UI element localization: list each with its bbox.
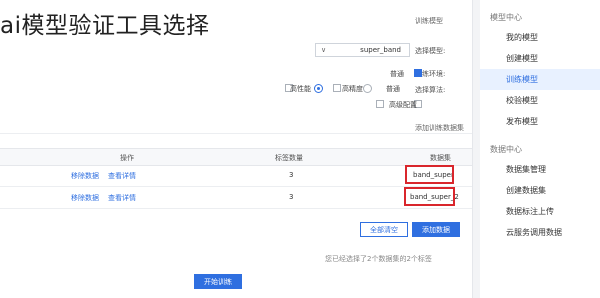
selection-hint: 您已经选择了2个数据集的2个标签 — [325, 255, 432, 263]
view-details-link[interactable]: 查看详情 — [108, 171, 136, 181]
method-option-high-precision: 高精度 — [342, 85, 363, 93]
extra-config-label: 高级配置 — [389, 101, 417, 109]
remove-data-link[interactable]: 移除数据 — [71, 193, 99, 203]
highlight-box — [404, 187, 455, 206]
start-training-button[interactable]: 开始训练 — [194, 274, 242, 289]
table-row: band_super 3 查看详情 移除数据 — [0, 164, 472, 187]
add-data-button[interactable]: 添加数据 — [412, 222, 460, 237]
method-radio-normal[interactable] — [363, 84, 372, 93]
remove-data-link[interactable]: 移除数据 — [71, 171, 99, 181]
clear-all-button[interactable]: 全部清空 — [360, 222, 408, 237]
col-actions: 操作 — [120, 154, 134, 162]
method-option-high-performance: 高性能 — [290, 85, 311, 93]
panel-header: 训练模型 — [415, 17, 443, 25]
label-count: 3 — [289, 171, 294, 179]
view-details-link[interactable]: 查看详情 — [108, 193, 136, 203]
sidebar-item-create-model[interactable]: 创建模型 — [480, 48, 600, 69]
sidebar-item-create-dataset[interactable]: 创建数据集 — [480, 180, 600, 201]
overlay-title: ai模型验证工具选择 — [0, 13, 210, 39]
sidebar-item-annotation-upload[interactable]: 数据标注上传 — [480, 201, 600, 222]
method-label: 选择算法: — [415, 86, 446, 94]
env-option-label: 普通 — [390, 70, 404, 78]
sidebar-section-model: 模型中心 — [490, 13, 522, 22]
col-dataset: 数据集 — [430, 154, 451, 162]
model-select[interactable]: super_band ∨ — [315, 43, 410, 57]
model-select-value: super_band — [360, 46, 401, 54]
highlight-box — [405, 165, 454, 184]
main-panel: 训练模型 选择模型: super_band ∨ 训练环境: 普通 选择算法: 普… — [0, 0, 473, 298]
sidebar-item-my-models[interactable]: 我的模型 — [480, 27, 600, 48]
extra-config-checkbox-2[interactable] — [376, 100, 384, 108]
sidebar-item-cloud-data[interactable]: 云服务调用数据 — [480, 222, 600, 243]
col-label-count: 标签数量 — [275, 154, 303, 162]
chevron-down-icon: ∨ — [321, 46, 327, 54]
sidebar-section-data: 数据中心 — [490, 145, 522, 154]
sidebar-item-train-model[interactable]: 训练模型 — [480, 69, 600, 90]
sidebar-item-validate-model[interactable]: 校验模型 — [480, 90, 600, 111]
table-row: band_super_2 3 查看详情 移除数据 — [0, 186, 472, 209]
sidebar-item-publish-model[interactable]: 发布模型 — [480, 111, 600, 132]
method-radio-high-performance[interactable] — [314, 84, 323, 93]
method-checkbox-high-precision[interactable] — [333, 84, 341, 92]
env-checkbox[interactable] — [414, 69, 422, 77]
model-label: 选择模型: — [415, 47, 446, 55]
label-count: 3 — [289, 193, 294, 201]
sidebar-item-dataset-management[interactable]: 数据集管理 — [480, 159, 600, 180]
sidebar: 模型中心 我的模型 创建模型 训练模型 校验模型 发布模型 数据中心 数据集管理… — [480, 0, 600, 298]
divider — [0, 133, 472, 134]
method-option-normal: 普通 — [386, 85, 400, 93]
dataset-section-title: 添加训练数据集 — [415, 124, 464, 132]
